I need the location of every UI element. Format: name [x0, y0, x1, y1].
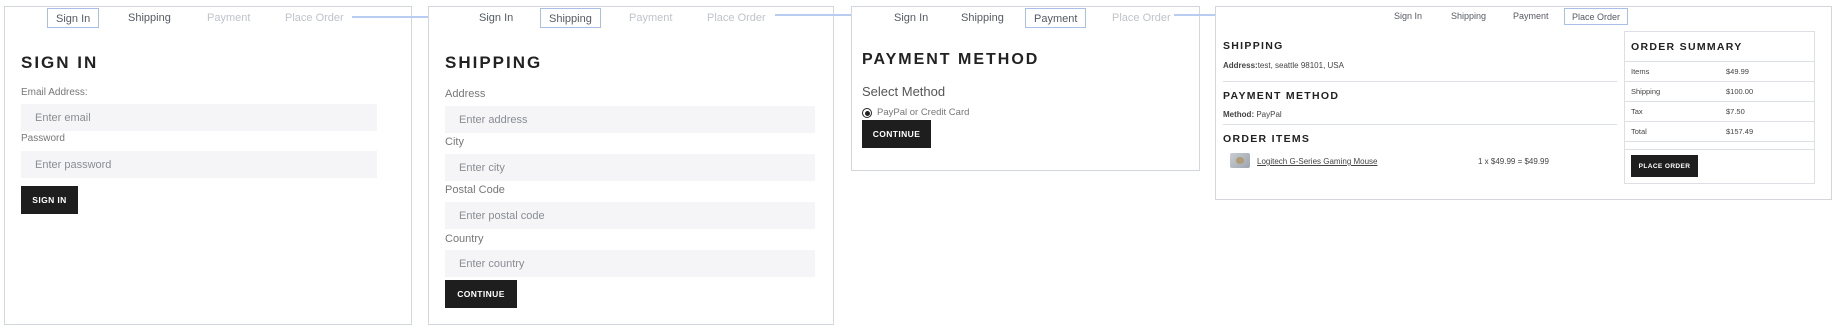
summary-label: Items — [1631, 67, 1650, 76]
section-divider — [1223, 124, 1617, 125]
shipping-screen: Sign In Shipping Payment Place Order SHI… — [428, 6, 834, 325]
order-summary-heading: ORDER SUMMARY — [1631, 41, 1743, 53]
password-label: Password — [21, 133, 65, 144]
summary-value: $49.99 — [1726, 67, 1749, 76]
step-sign-in[interactable]: Sign In — [1394, 8, 1422, 25]
summary-value: $100.00 — [1726, 87, 1754, 96]
step-payment: Payment — [629, 12, 673, 24]
step-payment[interactable]: Payment — [1513, 8, 1549, 25]
payment-method: Method: PayPal — [1223, 110, 1282, 119]
product-link[interactable]: Logitech G-Series Gaming Mouse — [1257, 157, 1378, 166]
postal-code-input[interactable] — [445, 202, 815, 229]
signin-screen: Sign In Shipping Payment Place Order SIG… — [4, 6, 412, 325]
paypal-option-label[interactable]: PayPal or Credit Card — [877, 107, 969, 118]
address-label: Address: — [1223, 61, 1258, 70]
email-input[interactable] — [21, 104, 377, 131]
place-order-screen: Sign In Shipping Payment Place Order SHI… — [1215, 6, 1832, 200]
method-label: Method: — [1223, 110, 1255, 119]
summary-row-total: Total $157.49 — [1625, 122, 1814, 142]
step-place-order: Place Order — [707, 12, 766, 24]
page-title: SHIPPING — [445, 53, 543, 72]
summary-row-tax: Tax $7.50 — [1625, 102, 1814, 122]
shipping-address: Address:test, seattle 98101, USA — [1223, 61, 1344, 70]
city-input[interactable] — [445, 154, 815, 181]
summary-divider — [1625, 149, 1814, 150]
country-input[interactable] — [445, 250, 815, 277]
order-summary: ORDER SUMMARY Items $49.99 Shipping $100… — [1624, 31, 1815, 184]
place-order-button[interactable]: PLACE ORDER — [1631, 155, 1698, 177]
address-label: Address — [445, 88, 486, 100]
summary-value: $157.49 — [1726, 127, 1754, 136]
step-sign-in[interactable]: Sign In — [479, 8, 513, 28]
continue-button[interactable]: CONTINUE — [445, 280, 517, 308]
select-method-heading: Select Method — [862, 84, 946, 99]
address-value: test, seattle 98101, USA — [1257, 61, 1344, 70]
step-sign-in[interactable]: Sign In — [47, 8, 100, 28]
method-value: PayPal — [1256, 110, 1282, 119]
summary-value: $7.50 — [1726, 107, 1745, 116]
postal-code-label: Postal Code — [445, 184, 505, 196]
checkout-steps: Sign In Shipping Payment Place Order — [1216, 8, 1831, 32]
summary-label: Shipping — [1631, 87, 1661, 96]
payment-method-heading: PAYMENT METHOD — [1223, 90, 1340, 102]
step-sign-in[interactable]: Sign In — [894, 8, 928, 28]
checkout-steps: Sign In Shipping Payment Place Order — [852, 8, 1199, 32]
city-label: City — [445, 136, 464, 148]
step-payment[interactable]: Payment — [1025, 8, 1087, 28]
country-label: Country — [445, 233, 484, 245]
step-place-order: Place Order — [1112, 12, 1171, 24]
step-shipping[interactable]: Shipping — [961, 8, 1004, 28]
summary-row-shipping: Shipping $100.00 — [1625, 82, 1814, 102]
step-shipping[interactable]: Shipping — [1451, 8, 1486, 25]
summary-label: Total — [1631, 127, 1647, 136]
summary-label: Tax — [1631, 107, 1643, 116]
address-input[interactable] — [445, 106, 815, 133]
step-shipping[interactable]: Shipping — [128, 8, 171, 28]
section-divider — [1223, 81, 1617, 82]
step-payment: Payment — [207, 12, 251, 24]
product-image[interactable] — [1230, 153, 1250, 168]
step-place-order: Place Order — [285, 12, 344, 24]
continue-button[interactable]: CONTINUE — [862, 120, 931, 148]
page-title: SIGN IN — [21, 53, 99, 72]
summary-row-items: Items $49.99 — [1625, 62, 1814, 82]
email-label: Email Address: — [21, 87, 88, 98]
payment-screen: Sign In Shipping Payment Place Order PAY… — [851, 6, 1200, 171]
sign-in-button[interactable]: SIGN IN — [21, 186, 78, 214]
page-title: PAYMENT METHOD — [862, 51, 1040, 68]
order-items-heading: ORDER ITEMS — [1223, 133, 1311, 145]
item-price-calc: 1 x $49.99 = $49.99 — [1478, 157, 1549, 166]
password-input[interactable] — [21, 151, 377, 178]
step-place-order[interactable]: Place Order — [1564, 8, 1629, 25]
shipping-heading: SHIPPING — [1223, 40, 1284, 52]
step-shipping[interactable]: Shipping — [540, 8, 601, 28]
paypal-radio[interactable] — [862, 108, 872, 118]
